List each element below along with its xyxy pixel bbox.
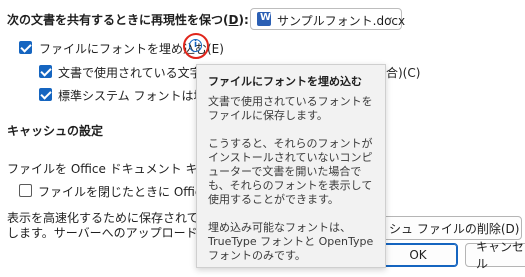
embed-fonts-tooltip: ファイルにフォントを埋め込む 文書で使用されているフォントをファイルに保存します… xyxy=(196,64,386,268)
only-used-chars-label-tail[interactable]: 合)(C) xyxy=(386,64,420,81)
tooltip-paragraph-1: 文書で使用されているフォントをファイルに保存します。 xyxy=(208,95,373,122)
only-used-chars-checkbox[interactable] xyxy=(39,65,52,78)
share-label: 次の文書を共有するときに再現性を保つ(D): xyxy=(7,11,249,28)
word-doc-icon: W xyxy=(257,12,271,26)
share-label-end: ): xyxy=(238,13,249,27)
tooltip-paragraph-3: 埋め込み可能なフォントは、TrueType フォントと OpenType フォン… xyxy=(208,221,374,262)
cache-heading: キャッシュの設定 xyxy=(7,124,104,138)
share-label-text: 次の文書を共有するときに再現性を保つ( xyxy=(7,13,229,27)
delete-on-close-checkbox[interactable] xyxy=(19,184,32,197)
chevron-down-icon: ⌄ xyxy=(385,10,395,23)
delete-cache-files-label: シュ ファイルの削除(D) xyxy=(389,221,520,236)
tooltip-body: 文書で使用されているフォントをファイルに保存します。 こうすると、それらのフォン… xyxy=(208,95,380,277)
delete-cache-files-button[interactable]: シュ ファイルの削除(D) xyxy=(378,216,522,240)
no-common-fonts-checkbox[interactable] xyxy=(39,88,52,101)
info-icon[interactable]: i xyxy=(189,39,202,52)
only-used-chars-label[interactable]: 文書で使用されている文字だ xyxy=(58,64,214,81)
ok-button[interactable]: OK xyxy=(378,243,458,267)
tooltip-title: ファイルにフォントを埋め込む xyxy=(208,75,362,88)
cancel-label: キャンセル xyxy=(476,240,525,271)
cancel-button[interactable]: キャンセル xyxy=(465,240,525,271)
tooltip-paragraph-2: こうすると、それらのフォントがインストールされていないコンピューターで文書を開い… xyxy=(208,137,373,206)
document-select[interactable]: W サンプルフォント.docx ⌄ xyxy=(250,8,405,30)
embed-fonts-checkbox[interactable] xyxy=(19,41,32,54)
share-label-key: D xyxy=(228,13,239,27)
ok-label: OK xyxy=(409,248,427,262)
